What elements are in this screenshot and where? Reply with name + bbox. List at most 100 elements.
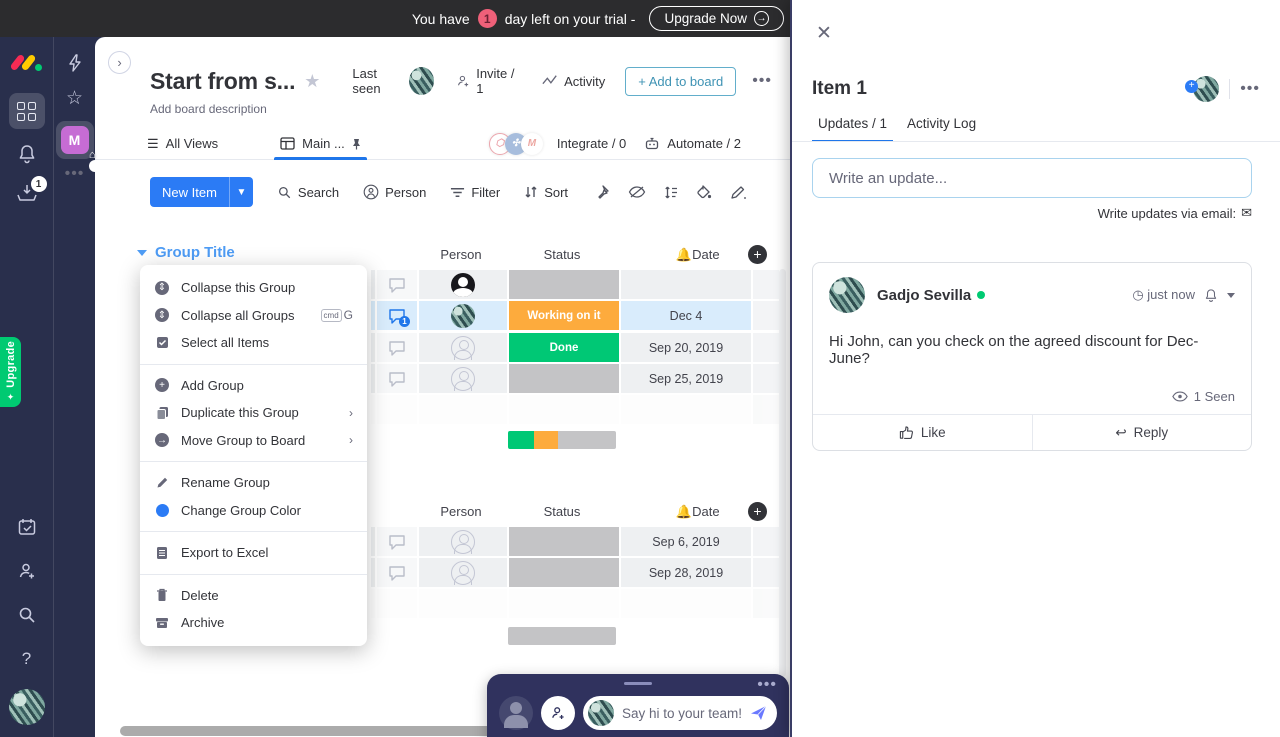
add-column-button[interactable]: +	[748, 502, 767, 521]
add-column-button[interactable]: +	[748, 245, 767, 264]
integrate-button[interactable]: Integrate / 0	[553, 136, 630, 151]
sidebar-item-quick-actions[interactable]	[66, 53, 84, 73]
status-cell[interactable]: Done	[509, 333, 619, 362]
menu-item-collapse-this-group[interactable]: ⇕ Collapse this Group	[140, 274, 367, 302]
table-row[interactable]: Sep 25, 2019	[371, 364, 779, 393]
table-row[interactable]: Sep 6, 2019	[371, 527, 779, 556]
chevron-down-icon[interactable]: ▼	[229, 177, 253, 207]
comment-bubble-icon[interactable]	[388, 371, 406, 387]
sidebar-item-help[interactable]: ?	[22, 649, 31, 669]
table-row[interactable]	[371, 270, 779, 299]
date-cell[interactable]: Sep 25, 2019	[621, 364, 751, 393]
comment-bubble-icon[interactable]	[388, 534, 406, 550]
like-button[interactable]: Like	[813, 415, 1033, 450]
comment-author-name[interactable]: Gadjo Sevilla	[877, 287, 971, 304]
hide-eye-icon[interactable]	[628, 185, 646, 199]
collapse-sidebar-button[interactable]: ›	[108, 51, 131, 74]
caret-down-icon[interactable]	[137, 250, 147, 256]
vertical-scroll-strip[interactable]	[779, 269, 786, 677]
menu-item-rename-group[interactable]: Rename Group	[140, 469, 367, 497]
table-row[interactable]: Done Sep 20, 2019	[371, 333, 779, 362]
drag-handle[interactable]	[624, 682, 652, 685]
person-filter-button[interactable]: Person	[363, 184, 426, 200]
comment-bubble-icon[interactable]	[388, 277, 406, 293]
item-title[interactable]: Item 1	[812, 78, 867, 100]
add-item-row[interactable]	[371, 589, 779, 618]
menu-item-collapse-all-groups[interactable]: ⇕ Collapse all Groups cmdG	[140, 302, 367, 330]
automate-button[interactable]: Automate / 2	[640, 136, 745, 151]
status-cell[interactable]	[509, 527, 619, 556]
monday-logo[interactable]	[12, 52, 42, 74]
reply-button[interactable]: ↩ Reply	[1033, 415, 1252, 450]
last-seen[interactable]: Last seen	[352, 66, 434, 96]
table-row-highlighted[interactable]: 1 Working on it Dec 4	[371, 301, 779, 330]
sort-button[interactable]: Sort	[524, 185, 568, 200]
activity-button[interactable]: Activity	[542, 74, 605, 89]
board-title[interactable]: Start from s...	[150, 68, 295, 95]
sidebar-user-avatar[interactable]	[9, 689, 45, 725]
menu-item-delete[interactable]: Delete	[140, 582, 367, 610]
person-cell[interactable]	[419, 270, 507, 299]
sidebar-item-favorites[interactable]: ☆	[66, 87, 83, 110]
column-header-status[interactable]: Status	[507, 504, 617, 519]
sidebar-item-my-week[interactable]	[17, 517, 37, 537]
tab-main[interactable]: Main ...	[268, 128, 373, 159]
close-icon[interactable]: ✕	[816, 22, 832, 45]
menu-item-change-group-color[interactable]: Change Group Color	[140, 497, 367, 525]
menu-item-add-group[interactable]: + Add Group	[140, 372, 367, 400]
add-item-row[interactable]	[371, 395, 779, 424]
date-cell[interactable]: Dec 4	[621, 301, 751, 330]
date-cell[interactable]: Sep 28, 2019	[621, 558, 751, 587]
status-cell[interactable]	[509, 558, 619, 587]
sidebar-item-inbox[interactable]: 1	[16, 183, 38, 203]
column-header-status[interactable]: Status	[507, 247, 617, 262]
column-header-person[interactable]: Person	[417, 247, 505, 262]
color-bucket-icon[interactable]	[696, 184, 712, 200]
group-title[interactable]: Group Title	[137, 244, 235, 261]
menu-item-archive[interactable]: Archive	[140, 609, 367, 637]
chat-message-input[interactable]: Say hi to your team!	[583, 696, 777, 730]
invite-member-button[interactable]	[541, 696, 575, 730]
chevron-down-icon[interactable]	[1227, 293, 1235, 298]
chat-menu-button[interactable]: •••	[757, 676, 777, 694]
row-height-icon[interactable]	[664, 185, 678, 200]
menu-item-move-group-to-board[interactable]: → Move Group to Board ›	[140, 427, 367, 455]
add-to-board-button[interactable]: + Add to board	[625, 67, 736, 96]
item-menu-button[interactable]: •••	[1240, 80, 1260, 98]
column-header-person[interactable]: Person	[417, 504, 505, 519]
column-header-date[interactable]: 🔔 Date	[619, 247, 749, 263]
update-composer-input[interactable]	[812, 158, 1252, 198]
sidebar-item-notifications[interactable]	[17, 144, 37, 164]
invite-button[interactable]: Invite / 1	[456, 66, 520, 96]
tab-activity-log[interactable]: Activity Log	[901, 116, 982, 142]
send-icon[interactable]	[750, 705, 767, 721]
seen-indicator[interactable]: 1 Seen	[813, 367, 1251, 414]
comment-bubble-icon[interactable]	[388, 565, 406, 581]
column-header-date[interactable]: 🔔 Date	[619, 504, 749, 520]
person-cell[interactable]	[419, 333, 507, 362]
person-cell[interactable]	[419, 301, 507, 330]
search-button[interactable]: Search	[277, 185, 339, 200]
sidebar-item-workspaces[interactable]	[9, 93, 45, 129]
status-cell[interactable]: Working on it	[509, 301, 619, 330]
sidebar-item-more-workspaces[interactable]: •••	[65, 165, 85, 183]
upgrade-now-button[interactable]: Upgrade Now →	[649, 6, 784, 31]
pin-tool-icon[interactable]	[594, 184, 610, 200]
group1-status-summary-bar[interactable]	[508, 431, 616, 449]
comment-bubble-active-icon[interactable]: 1	[388, 308, 406, 324]
item-subscribers[interactable]: +	[1189, 74, 1219, 104]
menu-item-export-to-excel[interactable]: Export to Excel	[140, 539, 367, 567]
person-cell[interactable]	[419, 527, 507, 556]
new-item-button[interactable]: New Item ▼	[150, 177, 253, 207]
person-cell[interactable]	[419, 364, 507, 393]
board-menu-button[interactable]: •••	[752, 72, 772, 90]
status-cell[interactable]	[509, 270, 619, 299]
comment-author-avatar[interactable]	[829, 277, 865, 313]
status-cell[interactable]	[509, 364, 619, 393]
tab-updates[interactable]: Updates / 1	[812, 116, 893, 142]
email-hint[interactable]: Write updates via email: ✉	[1098, 205, 1252, 221]
date-cell[interactable]: Sep 6, 2019	[621, 527, 751, 556]
upgrade-side-tab[interactable]: Upgrade ✦	[0, 337, 21, 407]
person-cell[interactable]	[419, 558, 507, 587]
tab-all-views[interactable]: ☰ All Views	[135, 128, 230, 159]
